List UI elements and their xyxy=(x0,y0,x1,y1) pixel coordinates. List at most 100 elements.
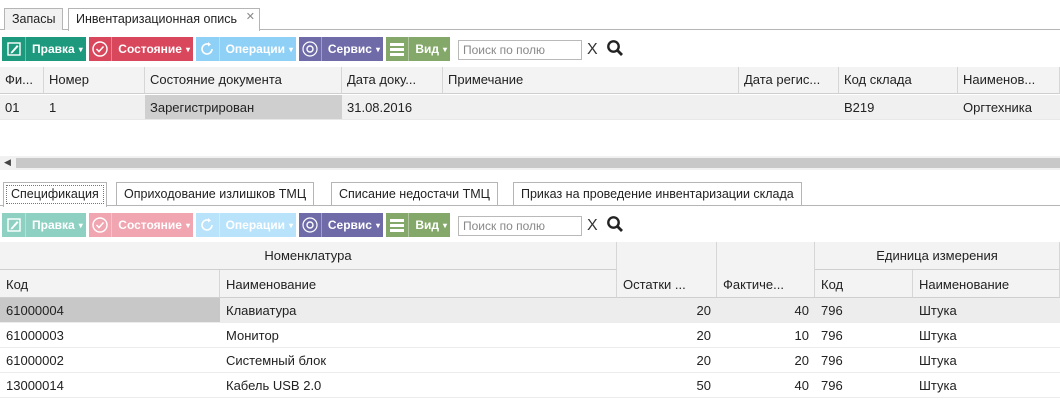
tab-label: Приказ на проведение инвентаризации скла… xyxy=(521,187,794,201)
operations-label: Операции xyxy=(225,218,285,232)
edit-button[interactable]: Правка ▾ xyxy=(2,213,86,237)
refresh-icon xyxy=(196,37,220,61)
tab-inventory-order[interactable]: Приказ на проведение инвентаризации скла… xyxy=(513,182,802,205)
cell-unit-name[interactable]: Штука xyxy=(913,373,1060,398)
tab-shortage-writeoff[interactable]: Списание недостачи ТМЦ xyxy=(331,182,498,205)
cell-actual[interactable]: 10 xyxy=(717,323,815,348)
tab-stocks[interactable]: Запасы xyxy=(4,8,64,30)
tab-label: Инвентаризационная опись xyxy=(76,12,237,26)
group-header-nomenclature: Номенклатура xyxy=(0,242,617,270)
service-label: Сервис xyxy=(327,218,372,232)
cell-code[interactable]: 61000003 xyxy=(0,323,220,348)
search-input[interactable]: Поиск по полю xyxy=(458,216,582,236)
cell-warehouse-name[interactable]: Оргтехника xyxy=(958,95,1060,120)
cell-number[interactable]: 1 xyxy=(44,95,145,120)
tab-label: Спецификация xyxy=(11,187,99,201)
column-header-stock[interactable]: Остатки ... xyxy=(617,270,717,298)
cell-doc-date[interactable]: 31.08.2016 xyxy=(342,95,443,120)
operations-button[interactable]: Операции ▾ xyxy=(196,213,296,237)
cell-warehouse-code[interactable]: B219 xyxy=(839,95,958,120)
state-button[interactable]: Состояние ▾ xyxy=(89,37,193,61)
list-view-icon xyxy=(386,213,410,237)
cell-unit-code[interactable]: 796 xyxy=(815,323,913,348)
column-header-actual[interactable]: Фактиче... xyxy=(717,270,815,298)
view-label: Вид xyxy=(415,42,439,56)
column-header[interactable]: Примечание xyxy=(443,67,739,94)
column-header[interactable]: Наименов... xyxy=(958,67,1060,94)
column-header-code[interactable]: Код xyxy=(0,270,220,298)
check-circle-icon xyxy=(89,37,113,61)
cell-stock[interactable]: 20 xyxy=(617,298,717,323)
cell-note[interactable] xyxy=(443,95,739,120)
column-header[interactable]: Фи... xyxy=(0,67,44,94)
scroll-left-icon[interactable]: ◀ xyxy=(4,157,11,168)
clear-search-button[interactable]: X xyxy=(587,217,598,235)
cell-state[interactable]: Зарегистрирован xyxy=(145,95,342,120)
cell-unit-name[interactable]: Штука xyxy=(913,348,1060,373)
state-label: Состояние xyxy=(118,42,182,56)
tab-label: Списание недостачи ТМЦ xyxy=(339,187,490,201)
horizontal-scrollbar[interactable]: ◀ xyxy=(0,156,1060,170)
cell-unit-code[interactable]: 796 xyxy=(815,373,913,398)
column-header-unit-name[interactable]: Наименование xyxy=(913,270,1060,298)
cell-unit-name[interactable]: Штука xyxy=(913,323,1060,348)
cell-code[interactable]: 61000002 xyxy=(0,348,220,373)
tab-specification[interactable]: Спецификация xyxy=(3,182,107,207)
column-header[interactable]: Дата регис... xyxy=(739,67,839,94)
service-button[interactable]: Сервис ▾ xyxy=(299,37,383,61)
cell-code[interactable]: 13000014 xyxy=(0,373,220,398)
cell-fi[interactable]: 01 xyxy=(0,95,44,120)
cell-stock[interactable]: 50 xyxy=(617,373,717,398)
group-header-unit: Единица измерения xyxy=(815,242,1060,270)
clear-search-button[interactable]: X xyxy=(587,41,598,59)
pencil-icon xyxy=(2,213,26,237)
view-button[interactable]: Вид ▾ xyxy=(386,213,450,237)
edit-label: Правка xyxy=(32,42,75,56)
cell-code[interactable]: 61000004 xyxy=(0,298,220,323)
cell-reg-date[interactable] xyxy=(739,95,839,120)
cell-name[interactable]: Кабель USB 2.0 xyxy=(220,373,617,398)
cell-unit-name[interactable]: Штука xyxy=(913,298,1060,323)
cell-stock[interactable]: 20 xyxy=(617,323,717,348)
column-header[interactable]: Код склада xyxy=(839,67,958,94)
scroll-thumb[interactable] xyxy=(16,158,1060,168)
document-tabs: Запасы Инвентаризационная опись ✕ xyxy=(0,0,1060,32)
gear-icon xyxy=(299,213,322,237)
column-header-unit-code[interactable]: Код xyxy=(815,270,913,298)
search-icon[interactable] xyxy=(606,215,626,235)
cell-name[interactable]: Клавиатура xyxy=(220,298,617,323)
tab-inventory-list[interactable]: Инвентаризационная опись ✕ xyxy=(68,8,260,31)
cell-unit-code[interactable]: 796 xyxy=(815,348,913,373)
cell-unit-code[interactable]: 796 xyxy=(815,298,913,323)
cell-stock[interactable]: 20 xyxy=(617,348,717,373)
state-button[interactable]: Состояние ▾ xyxy=(89,213,193,237)
operations-button[interactable]: Операции ▾ xyxy=(196,37,296,61)
cell-name[interactable]: Системный блок xyxy=(220,348,617,373)
state-label: Состояние xyxy=(118,218,182,232)
cell-actual[interactable]: 40 xyxy=(717,298,815,323)
close-icon[interactable]: ✕ xyxy=(246,10,255,23)
column-header-name[interactable]: Наименование xyxy=(220,270,617,298)
gear-icon xyxy=(299,37,322,61)
spec-toolbar: Правка ▾ Состояние ▾ Операции ▾ Сервис ▾ Вид… xyxy=(0,211,1060,239)
service-button[interactable]: Сервис ▾ xyxy=(299,213,383,237)
pencil-icon xyxy=(2,37,26,61)
operations-label: Операции xyxy=(225,42,285,56)
search-icon[interactable] xyxy=(606,39,626,59)
service-label: Сервис xyxy=(327,42,372,56)
cell-name[interactable]: Монитор xyxy=(220,323,617,348)
column-header[interactable]: Состояние документа xyxy=(145,67,342,94)
tab-label: Оприходование излишков ТМЦ xyxy=(124,187,307,201)
main-toolbar: Правка ▾ Состояние ▾ Операции ▾ Сервис ▾ Вид… xyxy=(0,35,1060,63)
cell-actual[interactable]: 40 xyxy=(717,373,815,398)
column-header[interactable]: Дата доку... xyxy=(342,67,443,94)
tab-surplus-posting[interactable]: Оприходование излишков ТМЦ xyxy=(116,182,315,205)
list-view-icon xyxy=(386,37,410,61)
edit-button[interactable]: Правка ▾ xyxy=(2,37,86,61)
cell-actual[interactable]: 20 xyxy=(717,348,815,373)
column-header[interactable]: Номер xyxy=(44,67,145,94)
view-button[interactable]: Вид ▾ xyxy=(386,37,450,61)
tab-label: Запасы xyxy=(12,12,56,26)
tab-divider xyxy=(0,205,1060,206)
search-input[interactable]: Поиск по полю xyxy=(458,40,582,60)
